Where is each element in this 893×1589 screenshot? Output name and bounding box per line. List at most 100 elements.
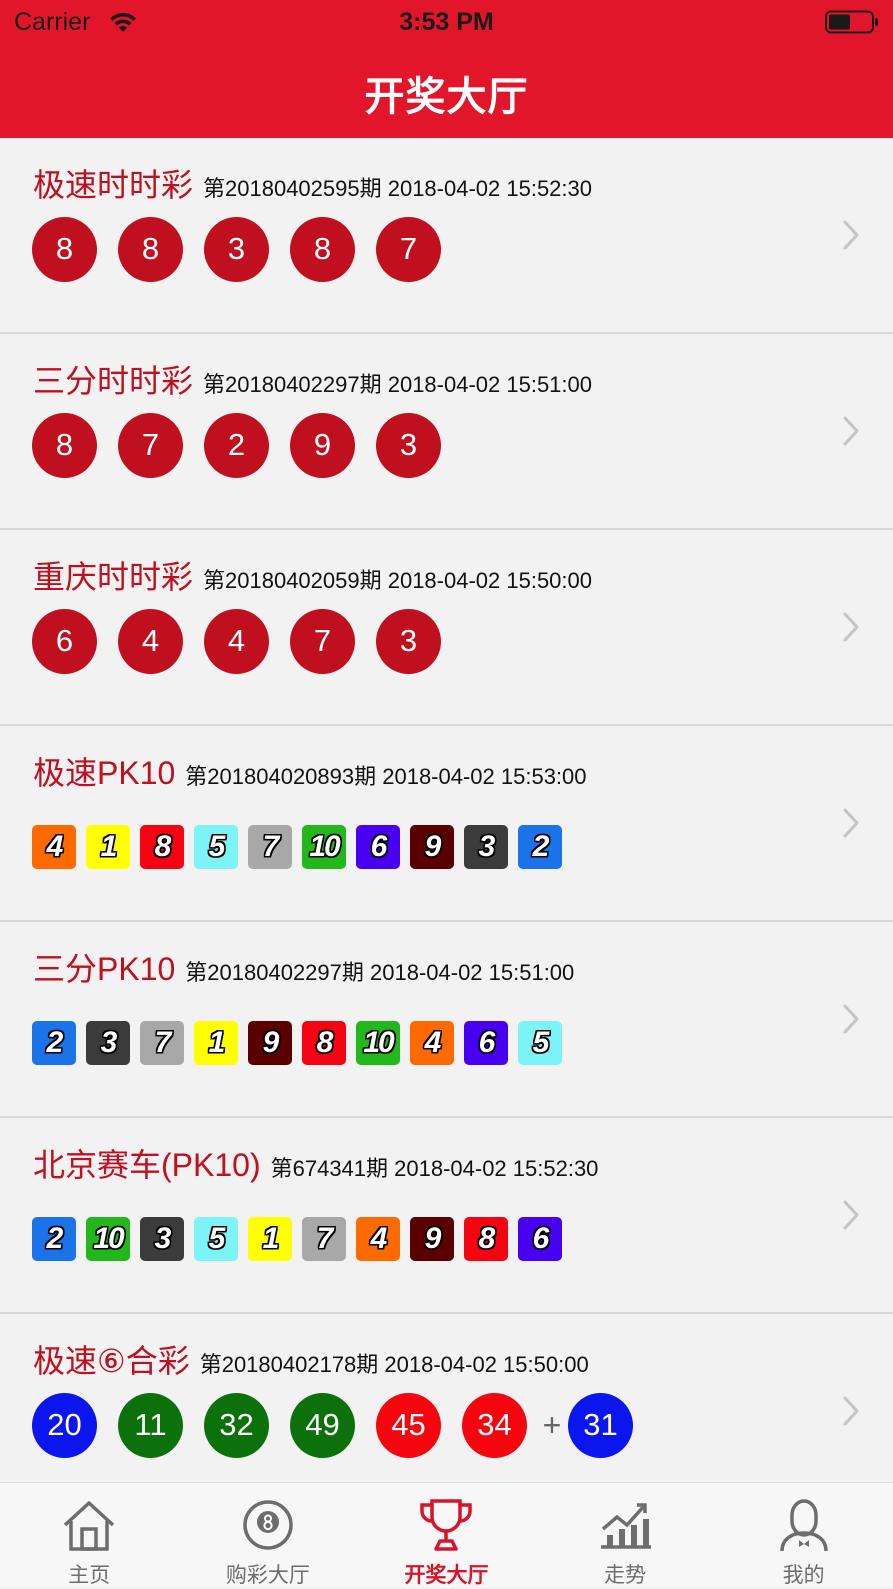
home-icon (64, 1501, 115, 1551)
pk10-number-tile: 8 (140, 825, 184, 869)
lottery-row[interactable]: 重庆时时彩 第20180402059期 2018-04-02 15:50:00 6 4… (0, 530, 893, 726)
tab-trend-chart[interactable]: 走势 (536, 1483, 715, 1587)
pk10-number-tile: 10 (302, 825, 346, 869)
pk10-number-tile: 9 (248, 1021, 292, 1065)
number-ball: 7 (118, 412, 183, 478)
lottery-row[interactable]: 三分PK10 第20180402297期 2018-04-02 15:51:00 2… (0, 922, 893, 1118)
pk10-number-tile: 4 (410, 1021, 454, 1065)
draw-numbers: 88387 (32, 216, 462, 282)
number-ball: 6 (32, 608, 97, 674)
number-ball: 45 (376, 1392, 441, 1458)
pk10-number-tile: 7 (140, 1021, 184, 1065)
lottery-header: 极速⑥合彩 第20180402178期 2018-04-02 15:50:00 (33, 1336, 589, 1382)
tab-profile[interactable]: 我的 (714, 1483, 893, 1587)
lottery-row[interactable]: 三分时时彩 第20180402297期 2018-04-02 15:51:00 8 7… (0, 334, 893, 530)
lottery-header: 极速PK10 第201804020893期 2018-04-02 15:53:00 (33, 748, 587, 794)
draw-numbers: 2 10 3 5 1 7 4 9 8 6 (32, 1206, 572, 1272)
page-title: 开奖大厅 (364, 75, 529, 119)
pk10-number-tile: 9 (410, 1217, 454, 1261)
pk10-number-tile: 5 (194, 1217, 238, 1261)
pk10-number-tile: 2 (32, 1021, 76, 1065)
number-ball: 49 (290, 1392, 355, 1458)
clock-time: 3:53 PM (399, 8, 494, 36)
pk10-number-tile: 1 (194, 1021, 238, 1065)
tab-label: 开奖大厅 (404, 1564, 489, 1587)
draw-numbers: 20 11 32 49 45 34 +31 (32, 1392, 654, 1458)
lottery-row[interactable]: 极速时时彩 第20180402595期 2018-04-02 15:52:30 8 8… (0, 138, 893, 334)
number-ball: 8 (32, 412, 97, 478)
tab-label: 购彩大厅 (225, 1564, 310, 1587)
lottery-name: 极速PK10 (33, 755, 176, 791)
lottery-period: 第20180402595期 2018-04-02 15:52:30 (203, 176, 593, 201)
chevron-right-icon[interactable] (841, 610, 861, 644)
pk10-number-tile: 4 (356, 1217, 400, 1261)
lottery-period: 第20180402059期 2018-04-02 15:50:00 (203, 568, 593, 593)
tab-billiard-ball[interactable]: 购彩大厅 (179, 1483, 358, 1587)
pk10-number-tile: 6 (464, 1021, 508, 1065)
pk10-number-tile: 7 (302, 1217, 346, 1261)
pk10-number-tile: 1 (86, 825, 130, 869)
pk10-number-tile: 7 (248, 825, 292, 869)
number-ball: 34 (462, 1392, 527, 1458)
pk10-number-tile: 1 (248, 1217, 292, 1261)
number-ball: 11 (118, 1392, 183, 1458)
lottery-row[interactable]: 北京赛车(PK10) 第674341期 2018-04-02 15:52:30 2 1… (0, 1118, 893, 1314)
lottery-period: 第20180402297期 2018-04-02 15:51:00 (185, 960, 575, 985)
tab-label: 我的 (782, 1564, 825, 1587)
pk10-number-tile: 8 (302, 1021, 346, 1065)
billiard-ball-icon (243, 1500, 293, 1550)
lottery-results-list[interactable]: 极速时时彩 第20180402595期 2018-04-02 15:52:30 8 8… (0, 138, 893, 1482)
status-bar: Carrier 3:53 PM (0, 0, 893, 44)
number-ball: 3 (204, 216, 269, 282)
pk10-number-tile: 4 (32, 825, 76, 869)
lottery-name: 极速时时彩 (33, 167, 194, 203)
number-ball: 8 (118, 216, 183, 282)
pk10-number-tile: 9 (410, 825, 454, 869)
pk10-number-tile: 3 (140, 1217, 184, 1261)
pk10-number-tile: 5 (518, 1021, 562, 1065)
number-ball: 8 (32, 216, 97, 282)
lottery-header: 北京赛车(PK10) 第674341期 2018-04-02 15:52:30 (33, 1140, 598, 1186)
special-number-ball: 31 (568, 1392, 633, 1458)
chevron-right-icon[interactable] (841, 218, 861, 252)
tab-home[interactable]: 主页 (0, 1483, 179, 1587)
trophy-icon (420, 1499, 473, 1551)
chevron-right-icon[interactable] (841, 1002, 861, 1036)
number-ball: 20 (32, 1392, 97, 1458)
draw-numbers: 4 1 8 5 7 10 6 9 3 2 (32, 814, 572, 880)
tab-label: 主页 (68, 1564, 111, 1587)
lottery-row[interactable]: 极速⑥合彩 第20180402178期 2018-04-02 15:50:00 20… (0, 1314, 893, 1482)
lottery-name: 重庆时时彩 (33, 559, 194, 595)
number-ball: 3 (376, 608, 441, 674)
lottery-name: 三分时时彩 (33, 363, 194, 399)
lottery-period: 第201804020893期 2018-04-02 15:53:00 (185, 764, 587, 789)
draw-numbers: 2 3 7 1 9 8 10 4 6 5 (32, 1010, 572, 1076)
lottery-header: 三分时时彩 第20180402297期 2018-04-02 15:51:00 (33, 356, 592, 402)
pk10-number-tile: 6 (356, 825, 400, 869)
lottery-row[interactable]: 极速PK10 第201804020893期 2018-04-02 15:53:00… (0, 726, 893, 922)
draw-numbers: 64473 (32, 608, 462, 674)
lottery-header: 三分PK10 第20180402297期 2018-04-02 15:51:00 (33, 944, 574, 990)
pk10-number-tile: 10 (356, 1021, 400, 1065)
chevron-right-icon[interactable] (841, 414, 861, 448)
tab-label: 走势 (604, 1564, 647, 1587)
pk10-number-tile: 2 (518, 825, 562, 869)
lottery-period: 第20180402297期 2018-04-02 15:51:00 (203, 372, 593, 397)
pk10-number-tile: 10 (86, 1217, 130, 1261)
lottery-name: 三分PK10 (33, 951, 176, 987)
tab-trophy[interactable]: 开奖大厅 (357, 1483, 536, 1587)
navigation-bar: 开奖大厅 (0, 44, 893, 138)
draw-numbers: 87293 (32, 412, 462, 478)
pk10-number-tile: 2 (32, 1217, 76, 1261)
pk10-number-tile: 8 (464, 1217, 508, 1261)
chevron-right-icon[interactable] (841, 1394, 861, 1428)
number-ball: 2 (204, 412, 269, 478)
number-ball: 3 (376, 412, 441, 478)
lottery-period: 第674341期 2018-04-02 15:52:30 (270, 1156, 599, 1181)
chevron-right-icon[interactable] (841, 806, 861, 840)
chevron-right-icon[interactable] (841, 1198, 861, 1232)
number-ball: 8 (290, 216, 355, 282)
number-ball: 32 (204, 1392, 269, 1458)
pk10-number-tile: 3 (86, 1021, 130, 1065)
number-ball: 4 (118, 608, 183, 674)
